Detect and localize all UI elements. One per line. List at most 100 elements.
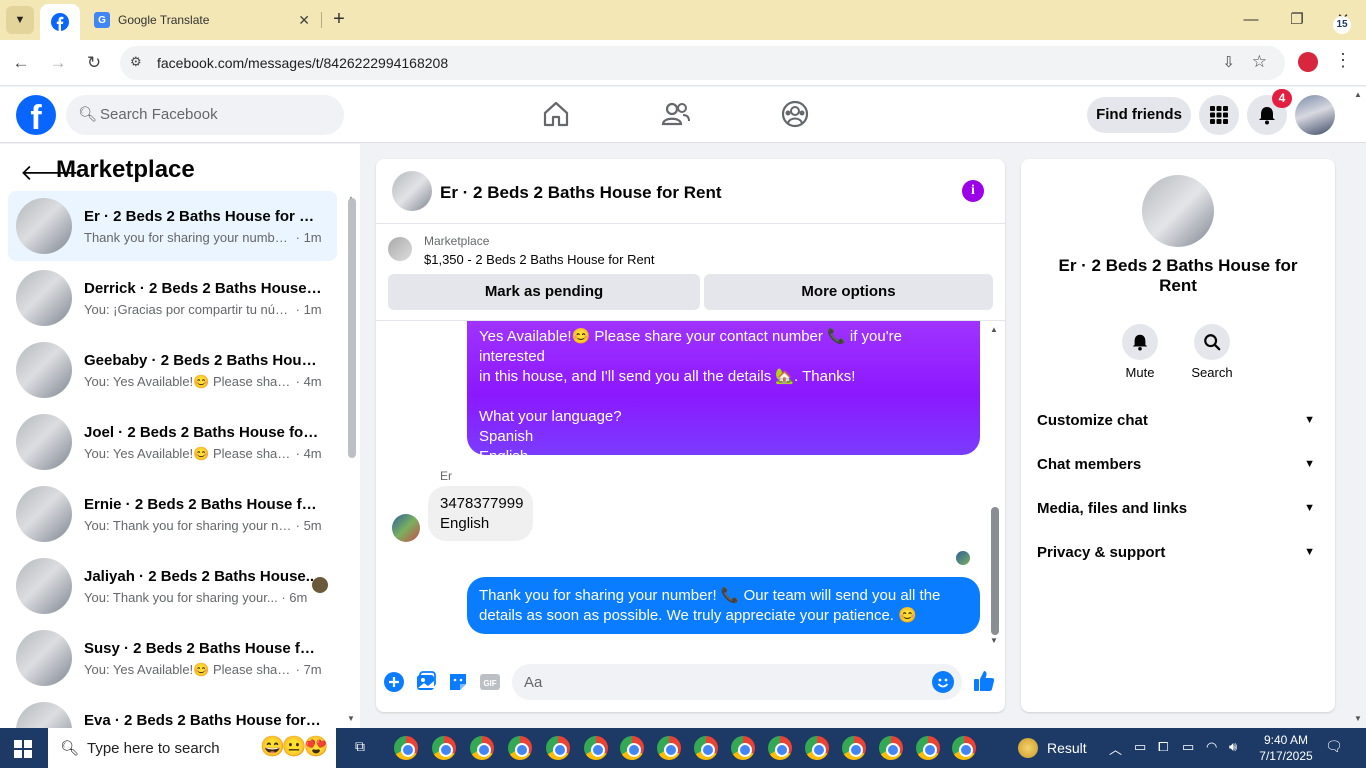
mute-button[interactable] (1122, 324, 1158, 360)
listing-thumbnail[interactable] (388, 237, 412, 261)
meet-now-icon[interactable]: ▭ (1134, 739, 1146, 755)
system-clock[interactable]: 9:40 AM 7/17/2025 (1256, 732, 1316, 764)
mark-as-pending-button[interactable]: Mark as pending (388, 274, 700, 310)
install-app-icon[interactable]: ⇩ (1222, 53, 1235, 71)
screen-capture-icon[interactable]: ⧠ (1158, 739, 1168, 755)
new-tab-button[interactable]: + (328, 8, 350, 30)
back-button[interactable]: ← (8, 50, 34, 76)
conversation-item[interactable]: Geebaby · 2 Beds 2 Baths House... You: Y… (8, 335, 337, 405)
facebook-logo[interactable]: f (16, 95, 56, 135)
chrome-app-icon[interactable] (394, 736, 418, 760)
chrome-app-icon[interactable] (620, 736, 644, 760)
page-scroll-up[interactable]: ▲ (1354, 90, 1362, 99)
battery-icon[interactable]: ▭ (1182, 739, 1194, 755)
conversation-preview: Thank you for sharing your numbe... · 1m (84, 230, 322, 245)
conversation-avatar[interactable] (1142, 175, 1214, 247)
facebook-search-input[interactable]: 🔍︎ Search Facebook (66, 95, 344, 135)
message-input[interactable]: Aa (512, 664, 962, 700)
home-icon[interactable] (541, 99, 571, 129)
site-info-icon[interactable]: ⚙ (130, 54, 142, 70)
page-scroll-down[interactable]: ▼ (1354, 714, 1362, 723)
close-tab-icon[interactable]: ✕ (298, 12, 310, 29)
chrome-app-icon[interactable] (508, 736, 532, 760)
browser-menu-icon[interactable]: ⋮ (1334, 50, 1352, 71)
task-view-icon[interactable]: ⧉ (350, 738, 370, 758)
media-files-links-section[interactable]: Media, files and links ▼ (1037, 500, 1319, 524)
windows-taskbar: 🔍︎ Type here to search 😄😐😍 ⧉ Result ︿ ▭ … (0, 728, 1366, 768)
listing-title[interactable]: $1,350 - 2 Beds 2 Baths House for Rent (424, 252, 655, 267)
outgoing-message[interactable]: Yes Available!😊 Please share your contac… (467, 321, 980, 465)
weather-widget-label[interactable]: Result (1047, 740, 1087, 756)
chrome-app-icon[interactable] (657, 736, 681, 760)
composer-placeholder: Aa (524, 674, 543, 691)
menu-button[interactable] (1199, 95, 1239, 135)
friends-icon[interactable] (661, 99, 691, 129)
conversation-item[interactable]: Susy · 2 Beds 2 Baths House for ... You:… (8, 623, 337, 693)
chrome-app-icon[interactable] (952, 736, 976, 760)
outgoing-message[interactable]: Thank you for sharing your number! 📞 Our… (467, 577, 980, 634)
thumbs-up-icon[interactable] (972, 669, 996, 693)
chrome-app-icon[interactable] (470, 736, 494, 760)
conversation-thumbnail (16, 198, 72, 254)
conversation-item[interactable]: Er · 2 Beds 2 Baths House for Rent Thank… (8, 191, 337, 261)
incoming-message[interactable]: 3478377999 English (428, 486, 533, 541)
restore-button[interactable]: ❐ (1282, 8, 1312, 32)
search-icon: 🔍︎ (78, 106, 98, 123)
plus-circle-icon[interactable] (383, 671, 405, 693)
chrome-app-icon[interactable] (842, 736, 866, 760)
forward-button[interactable]: → (45, 50, 71, 76)
action-center-icon[interactable]: 🗨︎ (1325, 738, 1349, 760)
info-icon[interactable]: i (962, 180, 984, 202)
gif-icon[interactable]: GIF (479, 671, 501, 693)
account-avatar[interactable] (1295, 95, 1335, 135)
emoji-icon[interactable] (932, 671, 954, 693)
chrome-app-icon[interactable] (879, 736, 903, 760)
groups-icon[interactable] (780, 99, 810, 129)
chrome-app-icon[interactable] (546, 736, 570, 760)
chrome-app-icon[interactable] (805, 736, 829, 760)
sidebar-scrollbar[interactable] (348, 198, 356, 458)
customize-chat-section[interactable]: Customize chat ▼ (1037, 412, 1319, 436)
photo-icon[interactable] (415, 671, 437, 693)
conversation-item[interactable]: Derrick · 2 Beds 2 Baths House f... You:… (8, 263, 337, 333)
volume-icon[interactable]: 🔊︎ (1229, 739, 1237, 755)
wifi-icon[interactable]: ◠ (1206, 739, 1217, 755)
bookmark-star-icon[interactable]: ☆ (1252, 52, 1267, 72)
conversation-item[interactable]: Jaliyah · 2 Beds 2 Baths House... You: T… (8, 551, 337, 621)
sticker-icon[interactable] (447, 671, 469, 693)
chat-members-section[interactable]: Chat members ▼ (1037, 456, 1319, 480)
chat-scroll-up[interactable]: ▲ (990, 325, 998, 334)
weather-icon[interactable] (1018, 738, 1038, 758)
taskbar-search-input[interactable]: 🔍︎ Type here to search 😄😐😍 (48, 728, 336, 768)
reload-button[interactable]: ↻ (81, 50, 107, 76)
show-hidden-icons-icon[interactable]: ︿ (1109, 739, 1122, 758)
tab-facebook[interactable] (40, 4, 80, 40)
chrome-app-icon[interactable] (432, 736, 456, 760)
chat-scrollbar[interactable] (991, 507, 999, 635)
chrome-app-icon[interactable] (916, 736, 940, 760)
sender-avatar[interactable] (392, 514, 420, 542)
chrome-app-icon[interactable] (694, 736, 718, 760)
chrome-app-icon[interactable] (731, 736, 755, 760)
conversation-preview: You: ¡Gracias por compartir tu núm... · … (84, 302, 322, 317)
conversation-item[interactable]: Joel · 2 Beds 2 Baths House for ... You:… (8, 407, 337, 477)
more-options-button[interactable]: More options (704, 274, 993, 310)
chrome-app-icon[interactable] (768, 736, 792, 760)
url-field[interactable]: ⚙ facebook.com/messages/t/84262229941682… (120, 46, 1285, 80)
chat-title[interactable]: Er · 2 Beds 2 Baths House for Rent (440, 183, 722, 203)
minimize-button[interactable]: — (1236, 8, 1266, 32)
conversation-name: Geebaby · 2 Beds 2 Baths House... (84, 352, 324, 369)
tab-google-translate[interactable]: G Google Translate ✕ (84, 4, 320, 36)
windows-start-icon[interactable] (14, 740, 32, 758)
chrome-app-icon[interactable] (584, 736, 608, 760)
find-friends-button[interactable]: Find friends (1087, 97, 1191, 133)
chat-scroll-down[interactable]: ▼ (990, 636, 998, 645)
sidebar-scroll-down[interactable]: ▼ (347, 714, 355, 723)
privacy-support-section[interactable]: Privacy & support ▼ (1037, 544, 1319, 568)
profile-avatar[interactable] (1298, 52, 1318, 72)
tab-search-dropdown[interactable]: ▼ (6, 6, 34, 34)
chat-avatar[interactable] (392, 171, 432, 211)
conversation-item[interactable]: Ernie · 2 Beds 2 Baths House for ... You… (8, 479, 337, 549)
conversation-item[interactable]: Eva · 2 Beds 2 Baths House for R... (8, 695, 337, 728)
search-in-conversation-button[interactable] (1194, 324, 1230, 360)
